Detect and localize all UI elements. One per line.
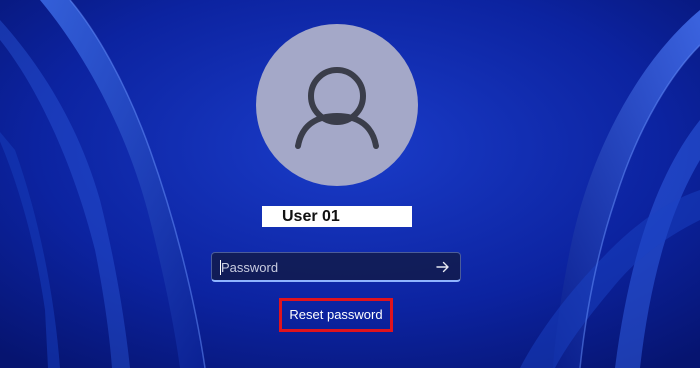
user-silhouette-icon xyxy=(295,67,379,149)
username-label-box: User 01 xyxy=(262,206,412,227)
arrow-right-icon[interactable] xyxy=(434,259,452,275)
lock-screen: User 01 Reset password xyxy=(0,0,700,368)
password-field[interactable] xyxy=(211,252,461,282)
password-input[interactable] xyxy=(221,257,421,277)
reset-password-link[interactable]: Reset password xyxy=(282,301,390,329)
user-avatar xyxy=(256,24,418,186)
reset-password-highlight: Reset password xyxy=(279,298,393,332)
username: User 01 xyxy=(282,208,340,225)
